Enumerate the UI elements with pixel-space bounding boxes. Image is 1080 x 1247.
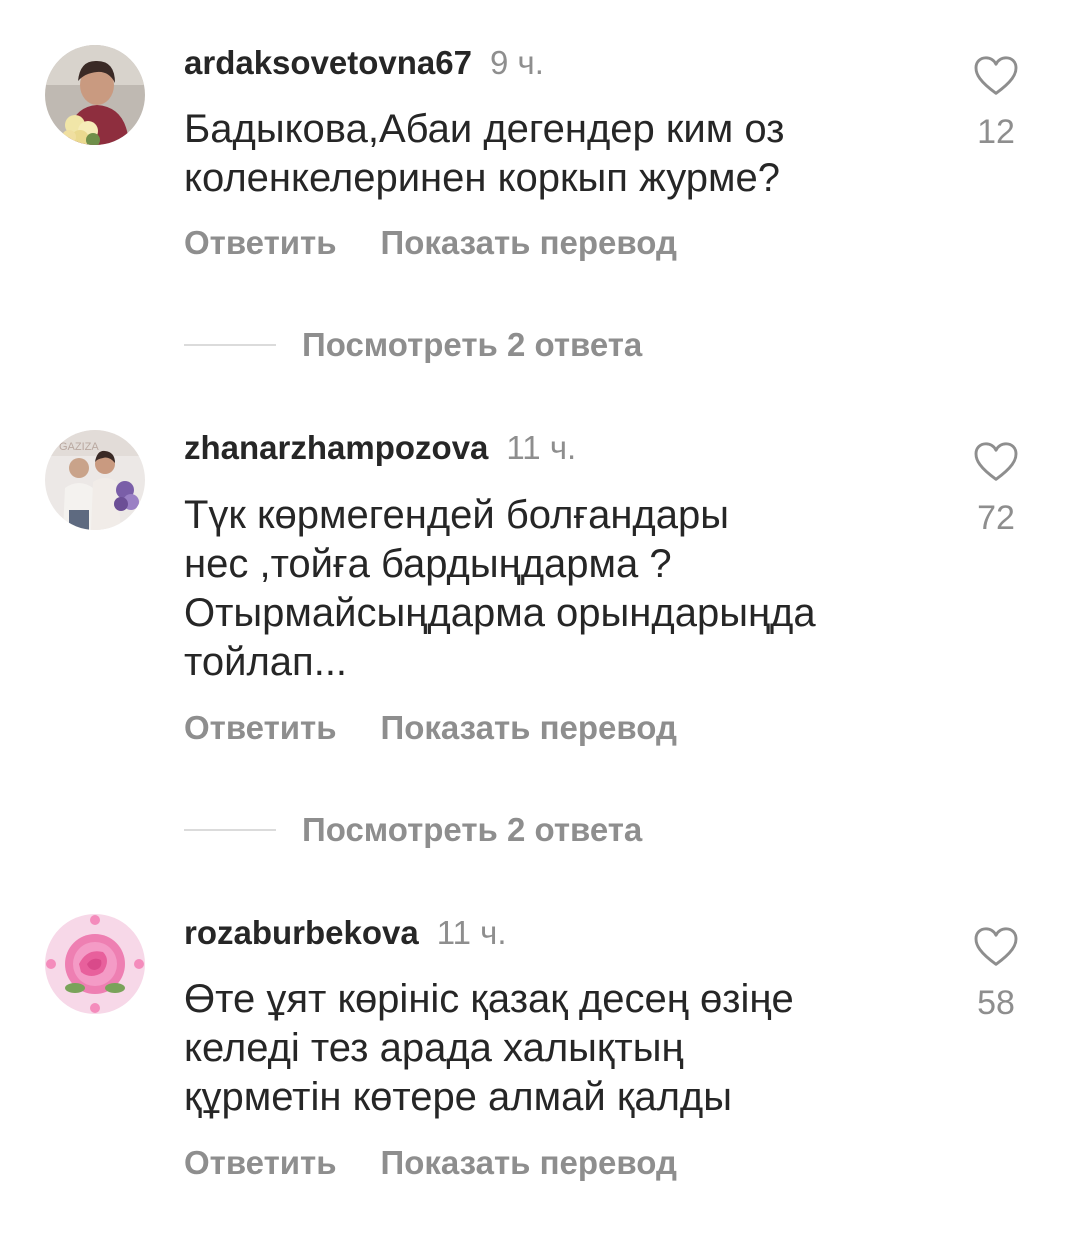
reply-button[interactable]: Ответить [184, 709, 337, 746]
reply-button[interactable]: Ответить [184, 1144, 337, 1181]
like-count: 72 [977, 499, 1015, 537]
username[interactable]: rozaburbekova [184, 914, 419, 951]
heart-outline-icon[interactable] [974, 442, 1018, 482]
comment-header: zhanarzhampozova 11 ч. [184, 430, 576, 466]
replies-divider [184, 829, 276, 831]
reply-button[interactable]: Ответить [184, 224, 337, 261]
show-translation-button[interactable]: Показать перевод [381, 709, 677, 746]
like-area: 12 [966, 56, 1026, 150]
comment-text: Түк көрмегендей болғандары нес ,тойға ба… [184, 493, 816, 684]
comment-header: ardaksovetovna67 9 ч. [184, 45, 544, 81]
heart-outline-icon[interactable] [974, 56, 1018, 96]
timestamp: 9 ч. [490, 44, 544, 81]
timestamp: 11 ч. [436, 914, 507, 951]
timestamp: 11 ч. [506, 429, 577, 466]
view-replies-button[interactable]: Посмотреть 2 ответа [302, 810, 642, 850]
like-area: 58 [966, 927, 1026, 1021]
comment-text: Өте ұят көрініс қазақ десең өзіңе келеді… [184, 977, 794, 1119]
show-translation-button[interactable]: Показать перевод [381, 1144, 677, 1181]
comment-header: rozaburbekova 11 ч. [184, 915, 507, 951]
avatar[interactable]: GAZIZA [45, 430, 145, 530]
comment-text: Бадыкова,Абаи дегендер ким оз коленкелер… [184, 107, 785, 200]
comment-actions: Ответить Показать перевод [184, 225, 677, 261]
avatar[interactable] [45, 45, 145, 145]
comment-actions: Ответить Показать перевод [184, 710, 677, 746]
heart-outline-icon[interactable] [974, 927, 1018, 967]
view-replies-button[interactable]: Посмотреть 2 ответа [302, 325, 642, 365]
avatar-watermark: GAZIZA [59, 441, 99, 453]
replies-divider [184, 344, 276, 346]
like-area: 72 [966, 442, 1026, 536]
show-translation-button[interactable]: Показать перевод [381, 224, 677, 261]
comment-actions: Ответить Показать перевод [184, 1145, 677, 1181]
username[interactable]: ardaksovetovna67 [184, 44, 472, 81]
like-count: 58 [977, 984, 1015, 1022]
like-count: 12 [977, 113, 1015, 151]
username[interactable]: zhanarzhampozova [184, 429, 488, 466]
avatar[interactable] [45, 914, 145, 1014]
